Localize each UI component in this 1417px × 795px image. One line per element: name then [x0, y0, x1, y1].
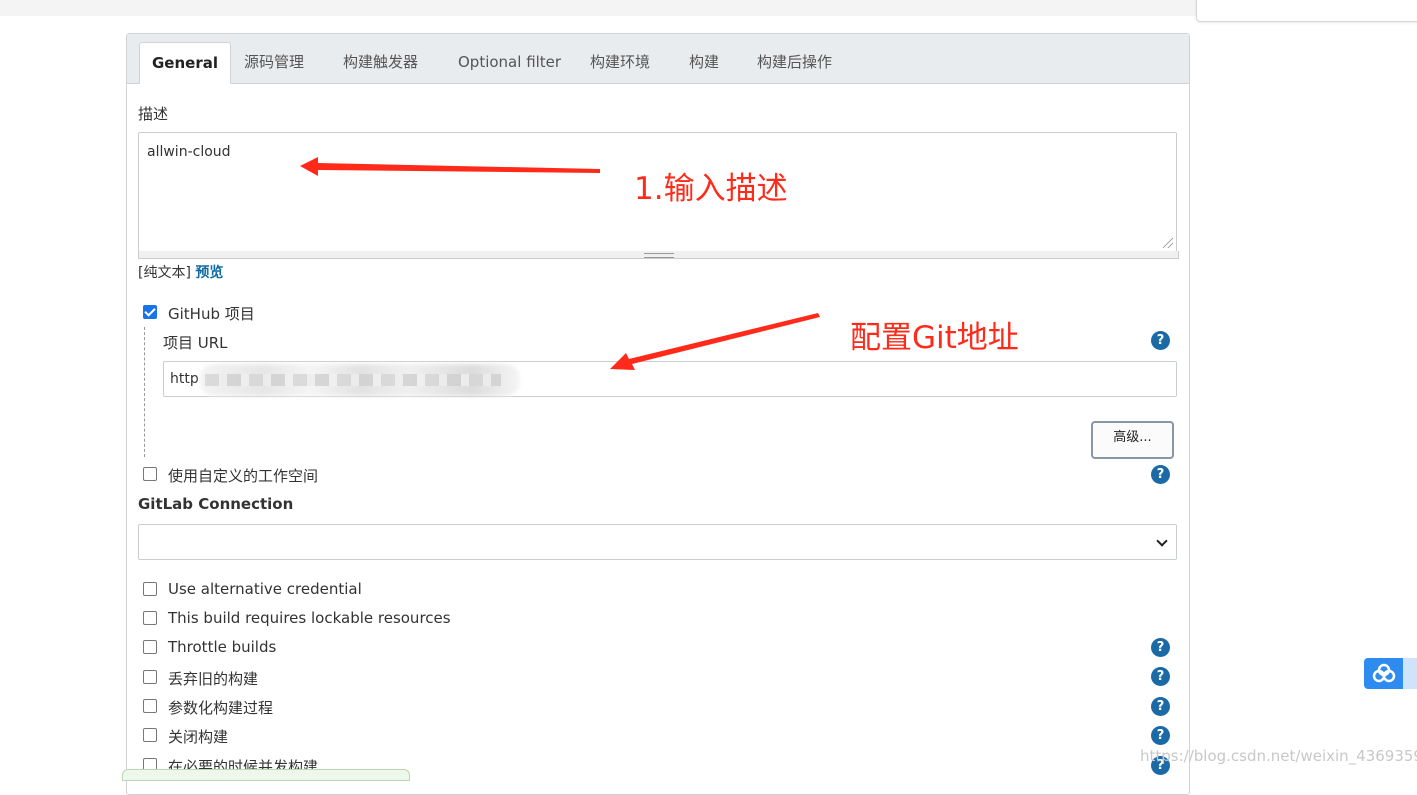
- cloud-icon: [1372, 663, 1396, 683]
- annotation-step1: 1.输入描述: [634, 171, 788, 207]
- cloud-widget[interactable]: [1364, 658, 1417, 689]
- bottom-bar: [122, 769, 410, 781]
- watermark: https://blog.csdn.net/weixin_43693592: [1140, 747, 1417, 765]
- widget-strip: [1403, 658, 1417, 689]
- red-arrow: [300, 157, 600, 176]
- red-arrow: [610, 313, 820, 370]
- annotation-git: 配置Git地址: [850, 320, 1019, 356]
- annotation-arrows: [300, 157, 820, 370]
